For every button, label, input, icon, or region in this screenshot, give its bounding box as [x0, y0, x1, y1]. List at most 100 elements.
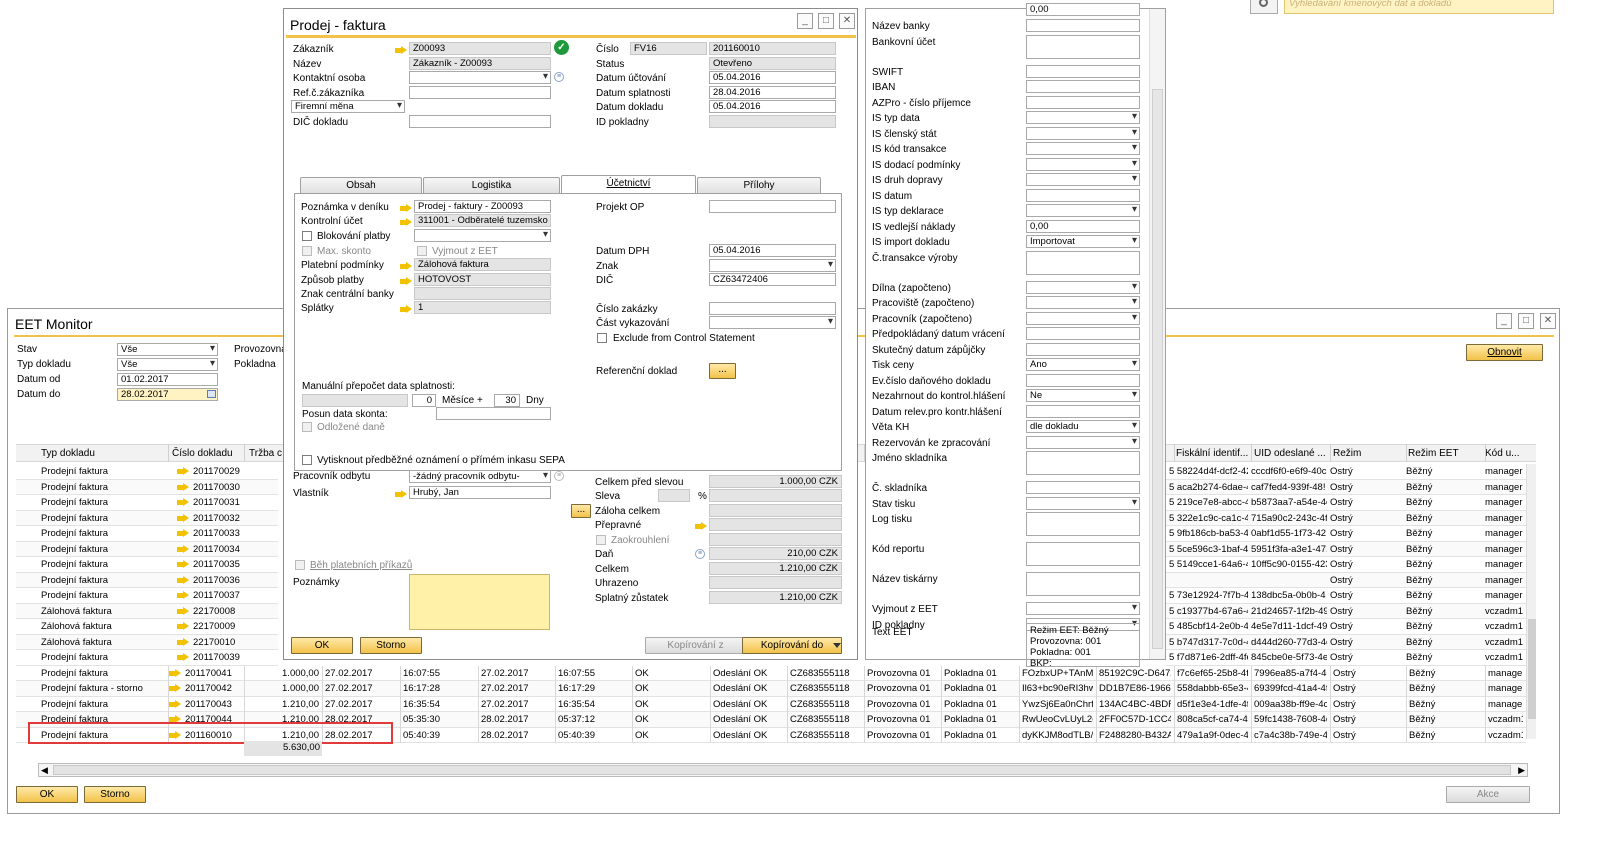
- zakaznik-link-arrow-icon[interactable]: [395, 46, 407, 55]
- udf-field[interactable]: [1026, 19, 1140, 32]
- table-row[interactable]: Prodejní faktura 201170029: [16, 464, 278, 480]
- link-arrow-icon[interactable]: [177, 622, 189, 631]
- platebni-podminky-arrow-icon[interactable]: [400, 262, 412, 271]
- udf-field[interactable]: [1026, 126, 1140, 140]
- refresh-button[interactable]: Obnovit: [1466, 344, 1543, 361]
- udf-scroll-thumb[interactable]: [1152, 89, 1163, 649]
- poznamky-textarea[interactable]: [409, 574, 550, 630]
- table-row[interactable]: 5 b747d317-7c0d-4(d444d260-77d3-4e Ostrý B…: [1166, 634, 1526, 650]
- table-row[interactable]: Prodejní faktura 201170043 1.210,00 27.02.2…: [16, 696, 1526, 712]
- poznamka-arrow-icon[interactable]: [400, 204, 412, 213]
- udf-field[interactable]: [1026, 204, 1140, 217]
- table-row[interactable]: Prodejní faktura 201170032: [16, 510, 278, 526]
- table-row[interactable]: Prodejní faktura 201170031: [16, 495, 278, 511]
- zpusob-platby-arrow-icon[interactable]: [400, 277, 412, 286]
- table-row[interactable]: Prodejní faktura 201170035: [16, 557, 278, 573]
- splatny-zustatek-field[interactable]: 1.210,00 CZK: [709, 591, 842, 604]
- udf-field[interactable]: [1026, 80, 1140, 93]
- mena-select[interactable]: Firemní měna: [291, 100, 405, 113]
- zaloha-celkem-field[interactable]: [709, 504, 842, 517]
- nazev-field[interactable]: Zákazník - Z00093: [409, 57, 551, 70]
- sleva-pct-field[interactable]: [658, 489, 690, 502]
- cislo-field[interactable]: 201160010: [709, 42, 836, 55]
- table-row[interactable]: Prodejní faktura 201170037: [16, 588, 278, 604]
- table-row[interactable]: Ostrý Běžný manager: [1166, 572, 1526, 588]
- udf-field[interactable]: [1026, 496, 1140, 510]
- udf-field[interactable]: [1026, 173, 1140, 186]
- table-row[interactable]: Prodejní faktura - storno 201170042 1.000,…: [16, 681, 1526, 697]
- table-row[interactable]: 5 5ce596c3-1baf-43 5951f3fa-a3e1-471 Ostrý…: [1166, 541, 1526, 557]
- datum-dph-field[interactable]: 05.04.2016: [709, 244, 836, 257]
- dny-field[interactable]: 30: [494, 394, 520, 407]
- udf-scrollbar[interactable]: [1149, 9, 1165, 659]
- referencni-doklad-button[interactable]: ...: [709, 363, 736, 379]
- udf-field[interactable]: [1026, 296, 1140, 309]
- akce-button[interactable]: Akce: [1446, 786, 1530, 803]
- datum-splatnosti-field[interactable]: 28.04.2016: [709, 86, 836, 99]
- table-row[interactable]: Zálohová faktura 22170010: [16, 634, 278, 650]
- typ-dokladu-select[interactable]: Vše: [117, 358, 218, 371]
- link-arrow-icon[interactable]: [177, 575, 189, 585]
- kopirovani-z-button[interactable]: Kopírování z: [645, 637, 746, 654]
- status-field[interactable]: Otevřeno: [709, 57, 836, 70]
- sepa-checkbox[interactable]: [302, 455, 312, 465]
- table-row[interactable]: Prodejní faktura 201170039: [16, 650, 278, 666]
- posun-skonta-field[interactable]: [436, 407, 551, 420]
- udf-field[interactable]: [1026, 95, 1140, 109]
- max-skonto-checkbox[interactable]: [302, 246, 312, 256]
- dic-dokladu-field[interactable]: [409, 115, 551, 128]
- id-pokladny-field[interactable]: [709, 115, 836, 128]
- table-row[interactable]: 5 5149cce1-64a6-42 10ff5c90-0155-423 Ostrý…: [1166, 557, 1526, 573]
- udf-field[interactable]: [1026, 142, 1140, 155]
- udf-field[interactable]: [1026, 111, 1140, 124]
- udf-top-field[interactable]: 0,00: [1026, 3, 1140, 16]
- table-row[interactable]: 5 322e1c9c-ca1c-4! 715a90c2-243c-4f Ostrý B…: [1166, 510, 1526, 526]
- mesice-field[interactable]: 0: [412, 394, 436, 407]
- link-arrow-icon[interactable]: [169, 684, 181, 693]
- tab-logistika[interactable]: Logistika: [423, 177, 560, 193]
- udf-field[interactable]: dle dokladu: [1026, 420, 1140, 433]
- dic-field[interactable]: CZ63472406: [709, 273, 836, 286]
- link-arrow-icon[interactable]: [177, 529, 189, 538]
- table-row[interactable]: 5 219ce7e8-abcc-4e b5873aa7-a54e-4c Ostrý B…: [1166, 495, 1526, 511]
- table-row[interactable]: Prodejní faktura 201170041 1.000,00 27.02.2…: [16, 665, 1526, 681]
- udf-field[interactable]: [1026, 451, 1140, 475]
- platebni-podminky-field[interactable]: Zálohová faktura: [414, 258, 551, 271]
- exclude-control-checkbox[interactable]: [597, 333, 607, 343]
- kontrolni-ucet-field[interactable]: 311001 - Odběratelé tuzemsko: [414, 214, 551, 227]
- kontaktni-osoba-select[interactable]: [409, 71, 551, 84]
- link-arrow-icon[interactable]: [169, 668, 181, 678]
- col-kod-uzivatele[interactable]: Kód u...: [1485, 448, 1519, 459]
- link-arrow-icon[interactable]: [177, 513, 189, 523]
- invoice-ok-button[interactable]: OK: [291, 637, 353, 654]
- table-row[interactable]: Prodejní faktura 201170036: [16, 572, 278, 588]
- global-search-input[interactable]: Vyhledávání kmenových dat a dokladů: [1284, 0, 1554, 14]
- blokovani-platby-select[interactable]: [414, 229, 551, 242]
- uhrazeno-field[interactable]: [709, 576, 842, 589]
- projekt-op-field[interactable]: [709, 200, 836, 213]
- sleva-field[interactable]: [709, 489, 842, 502]
- udf-field[interactable]: [1026, 34, 1140, 59]
- tab-ucetnictvi[interactable]: Účetnictví: [561, 175, 696, 194]
- celkem-field[interactable]: 1.210,00 CZK: [709, 562, 842, 575]
- horizontal-scrollbar[interactable]: ◀ ▶: [38, 763, 1528, 777]
- manual-prepocet-field[interactable]: [302, 394, 408, 407]
- link-arrow-icon[interactable]: [177, 637, 189, 647]
- udf-field[interactable]: [1026, 64, 1140, 78]
- scroll-left-arrow[interactable]: ◀: [41, 765, 48, 776]
- udf-field[interactable]: [1026, 481, 1140, 494]
- datum-od-field[interactable]: 01.02.2017: [117, 373, 218, 386]
- table-row[interactable]: 5 aca2b274-6dae-4: caf7fed4-939f-48! Ostrý…: [1166, 479, 1526, 495]
- datum-uctovani-field[interactable]: 05.04.2016: [709, 71, 836, 84]
- udf-field[interactable]: 0,00: [1026, 219, 1140, 233]
- zaokrouhleni-field[interactable]: [709, 533, 842, 546]
- udf-field[interactable]: [1026, 602, 1140, 615]
- invoice-maximize-button[interactable]: □: [818, 13, 834, 29]
- link-arrow-icon[interactable]: [177, 498, 189, 507]
- prepravne-field[interactable]: [709, 518, 842, 531]
- col-uid[interactable]: UID odeslané ...: [1254, 448, 1326, 459]
- udf-field[interactable]: Importovat: [1026, 235, 1140, 248]
- tab-obsah[interactable]: Obsah: [300, 177, 422, 193]
- cislo-zakazky-field[interactable]: [709, 302, 836, 315]
- vlastnik-arrow-icon[interactable]: [395, 490, 407, 499]
